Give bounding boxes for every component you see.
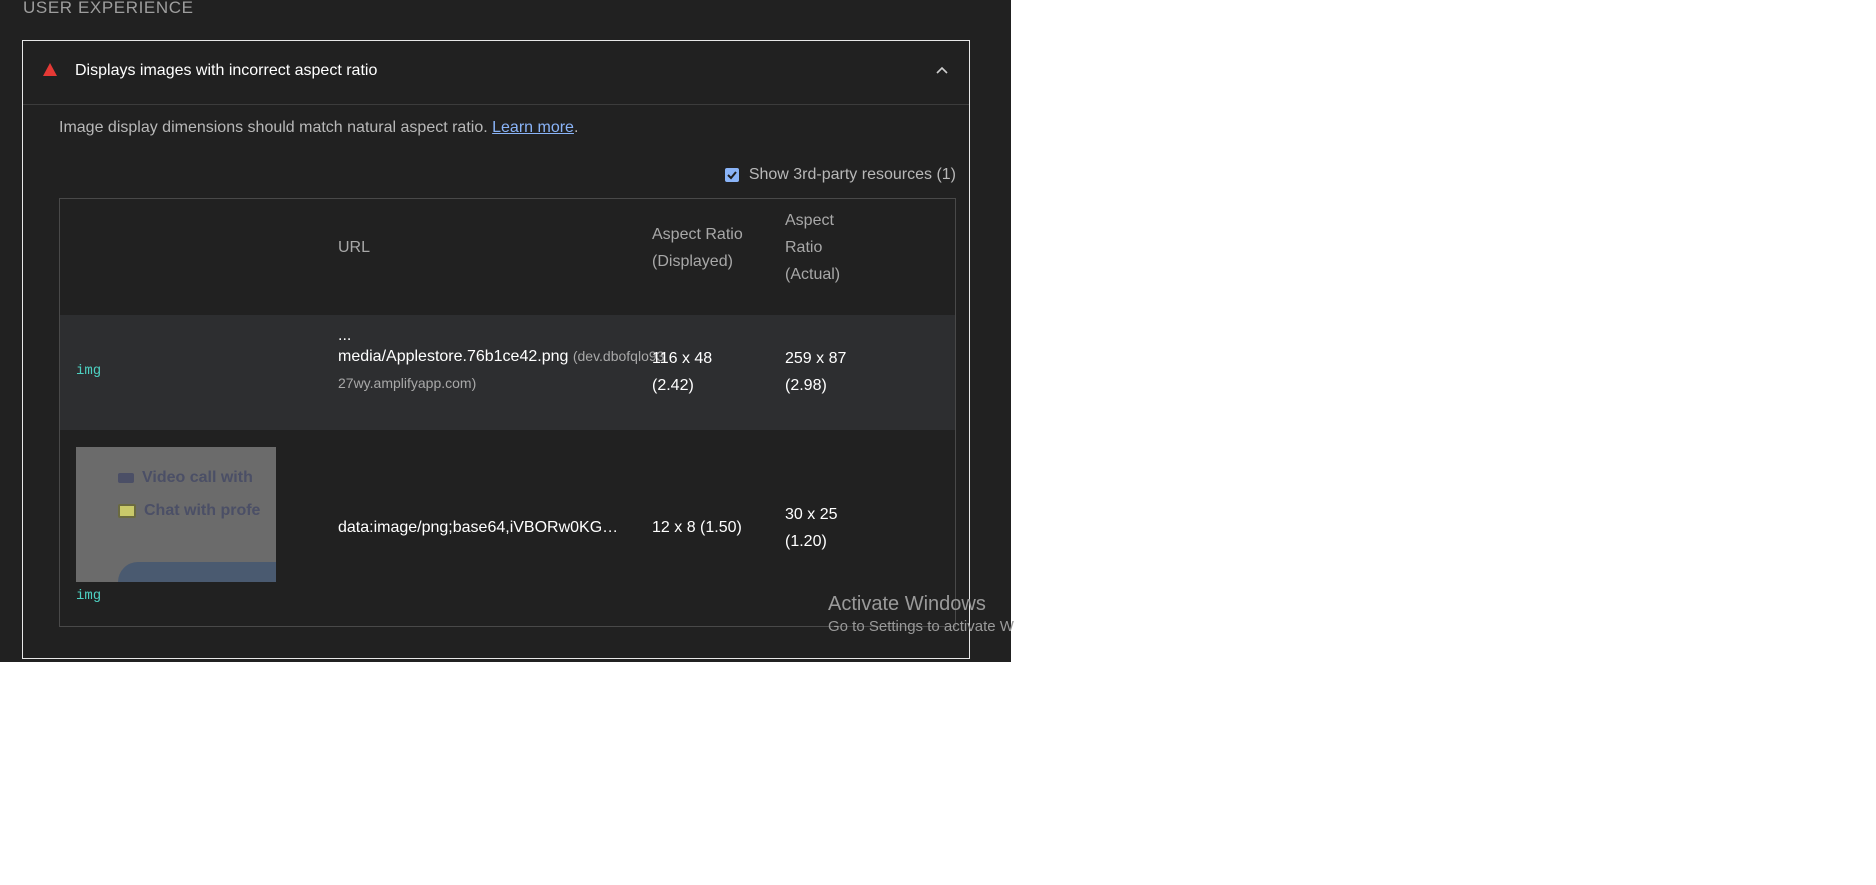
table-row: img ... media/Applestore.76b1ce42.png (d… (60, 315, 955, 430)
chevron-up-icon[interactable] (935, 63, 949, 77)
audit-header[interactable]: Displays images with incorrect aspect ra… (23, 41, 969, 105)
thumbnail-button-shape (118, 562, 276, 582)
video-camera-icon (118, 473, 134, 483)
element-code[interactable]: img (76, 363, 101, 379)
header-actual-line1: Aspect (785, 212, 834, 229)
displayed-line2: (2.42) (652, 377, 694, 394)
header-actual-line2: Ratio (785, 239, 823, 256)
url-file-line: media/Applestore.76b1ce42.png (dev.dbofq… (338, 343, 664, 370)
header-displayed-line2: (Displayed) (652, 253, 733, 270)
displayed-cell: 12 x 8 (1.50) (652, 519, 742, 536)
activate-windows-watermark: Activate Windows Go to Settings to activ… (828, 593, 1014, 635)
image-thumbnail: Video call with Chat with profe (76, 447, 276, 582)
url-cell: ... media/Applestore.76b1ce42.png (dev.d… (338, 327, 664, 396)
details-table: URL Aspect Ratio (Displayed) Aspect Rati… (59, 198, 956, 627)
url-ellipsis: ... (338, 327, 352, 344)
learn-more-link[interactable]: Learn more (492, 119, 574, 136)
description-text: Image display dimensions should match na… (59, 119, 488, 136)
actual-line1: 259 x 87 (785, 350, 847, 367)
section-title: USER EXPERIENCE (23, 0, 194, 17)
audit-title: Displays images with incorrect aspect ra… (75, 62, 378, 79)
audit-card: Displays images with incorrect aspect ra… (22, 40, 970, 659)
thumbnail-line: Chat with profe (118, 502, 260, 520)
header-url: URL (338, 239, 371, 256)
third-party-checkbox[interactable] (724, 168, 739, 182)
chat-icon (118, 504, 136, 518)
actual-line2: (1.20) (785, 533, 827, 550)
third-party-label: Show 3rd-party resources (1) (748, 166, 956, 183)
url-cell[interactable]: data:image/png;base64,iVBORw0KG… (338, 514, 618, 541)
actual-cell: 30 x 25 (1.20) (785, 501, 837, 555)
displayed-line1: 116 x 48 (652, 350, 713, 367)
thumbnail-line: Video call with (118, 469, 253, 487)
url-host-line2: 27wy.amplifyapp.com) (338, 375, 477, 391)
header-actual: Aspect Ratio (Actual) (785, 207, 840, 288)
url-host-line1: (dev.dbofqlo93 (572, 348, 665, 364)
element-code[interactable]: img (76, 588, 101, 604)
header-displayed-line1: Aspect Ratio (652, 226, 743, 243)
header-displayed: Aspect Ratio (Displayed) (652, 221, 743, 275)
warning-triangle-icon (43, 63, 57, 76)
thumbnail-text: Chat with profe (144, 502, 261, 519)
description-period: . (573, 119, 579, 136)
audit-description: Image display dimensions should match na… (59, 119, 578, 137)
actual-line1: 30 x 25 (785, 506, 838, 523)
third-party-toggle[interactable]: Show 3rd-party resources (1) (724, 166, 956, 184)
checkmark-icon (727, 171, 737, 180)
audit-panel: USER EXPERIENCE Displays images with inc… (0, 0, 1011, 662)
watermark-title: Activate Windows (828, 593, 986, 615)
watermark-subtitle: Go to Settings to activate W (828, 618, 1014, 635)
actual-cell: 259 x 87 (2.98) (785, 345, 846, 399)
url-file[interactable]: media/Applestore.76b1ce42.png (338, 348, 568, 365)
displayed-cell: 116 x 48 (2.42) (652, 345, 712, 399)
actual-line2: (2.98) (785, 377, 827, 394)
thumbnail-text: Video call with (142, 469, 253, 486)
header-actual-line3: (Actual) (785, 266, 841, 283)
